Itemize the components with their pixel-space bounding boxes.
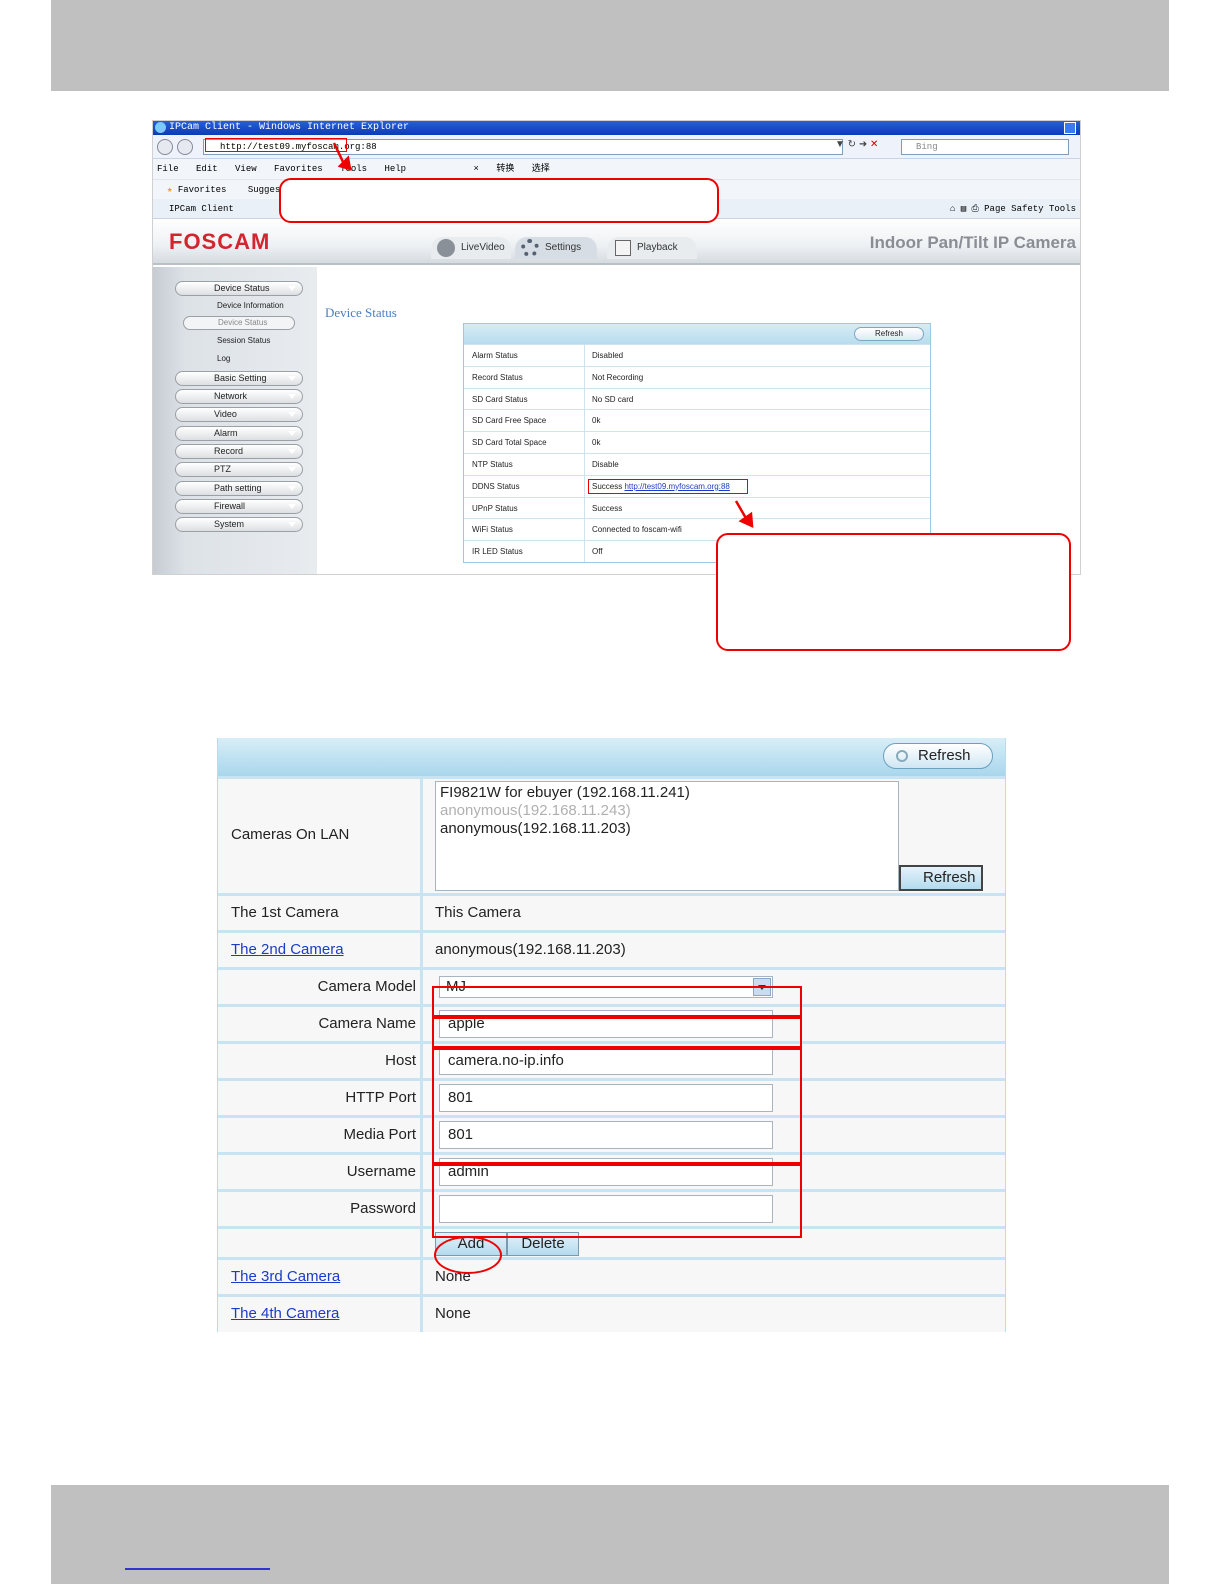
password-label: Password (218, 1192, 423, 1226)
document-page: IPCam Client - Windows Internet Explorer… (0, 0, 1224, 1584)
model-highlight-box (432, 986, 802, 1017)
name-highlight-box (432, 1017, 802, 1048)
cameras-on-lan-label: Cameras On LAN (218, 779, 423, 893)
camera-name-label: Camera Name (218, 1007, 423, 1041)
add-highlight-ellipse (434, 1236, 502, 1274)
table-row: The 1st Camera This Camera (218, 893, 1005, 930)
lan-refresh-button[interactable]: Refresh (899, 865, 983, 891)
fourth-camera-link[interactable]: The 4th Camera (231, 1305, 339, 1322)
credentials-highlight-box (432, 1164, 802, 1238)
empty-cell (218, 1229, 423, 1257)
first-camera-label: The 1st Camera (218, 896, 423, 930)
third-camera-cell: The 3rd Camera (218, 1260, 423, 1294)
refresh-button[interactable]: Refresh (883, 743, 993, 769)
username-label: Username (218, 1155, 423, 1189)
first-camera-value: This Camera (435, 904, 521, 921)
table-row: The 4th Camera None (218, 1294, 1005, 1332)
second-camera-cell: The 2nd Camera (218, 933, 423, 967)
http-port-label: HTTP Port (218, 1081, 423, 1115)
camera-model-label: Camera Model (218, 970, 423, 1004)
fourth-camera-cell: The 4th Camera (218, 1297, 423, 1332)
cameras-on-lan-row: Cameras On LAN FI9821W for ebuyer (192.1… (218, 776, 1005, 893)
table-row: The 3rd Camera None (218, 1257, 1005, 1294)
third-camera-link[interactable]: The 3rd Camera (231, 1268, 340, 1285)
second-camera-value: anonymous(192.168.11.203) (435, 941, 626, 958)
second-camera-link[interactable]: The 2nd Camera (231, 941, 344, 958)
refresh-icon (896, 750, 908, 762)
list-item[interactable]: anonymous(192.168.11.243) (440, 802, 894, 820)
footer-link-underline[interactable] (125, 1568, 270, 1570)
fourth-camera-value: None (435, 1305, 471, 1322)
host-label: Host (218, 1044, 423, 1078)
address-arrow (332, 142, 346, 165)
refresh-label: Refresh (918, 747, 971, 764)
multi-device-header: Refresh (218, 738, 1005, 776)
host-ports-highlight-box (432, 1048, 802, 1164)
lan-camera-list[interactable]: FI9821W for ebuyer (192.168.11.241) anon… (435, 781, 899, 891)
third-camera-value: None (435, 1268, 471, 1285)
list-item[interactable]: anonymous(192.168.11.203) (440, 820, 894, 838)
list-item[interactable]: FI9821W for ebuyer (192.168.11.241) (440, 784, 894, 802)
media-port-label: Media Port (218, 1118, 423, 1152)
arrow-head (738, 511, 754, 529)
table-row: The 2nd Camera anonymous(192.168.11.203) (218, 930, 1005, 967)
cameras-on-lan-cell: FI9821W for ebuyer (192.168.11.241) anon… (423, 779, 1005, 893)
